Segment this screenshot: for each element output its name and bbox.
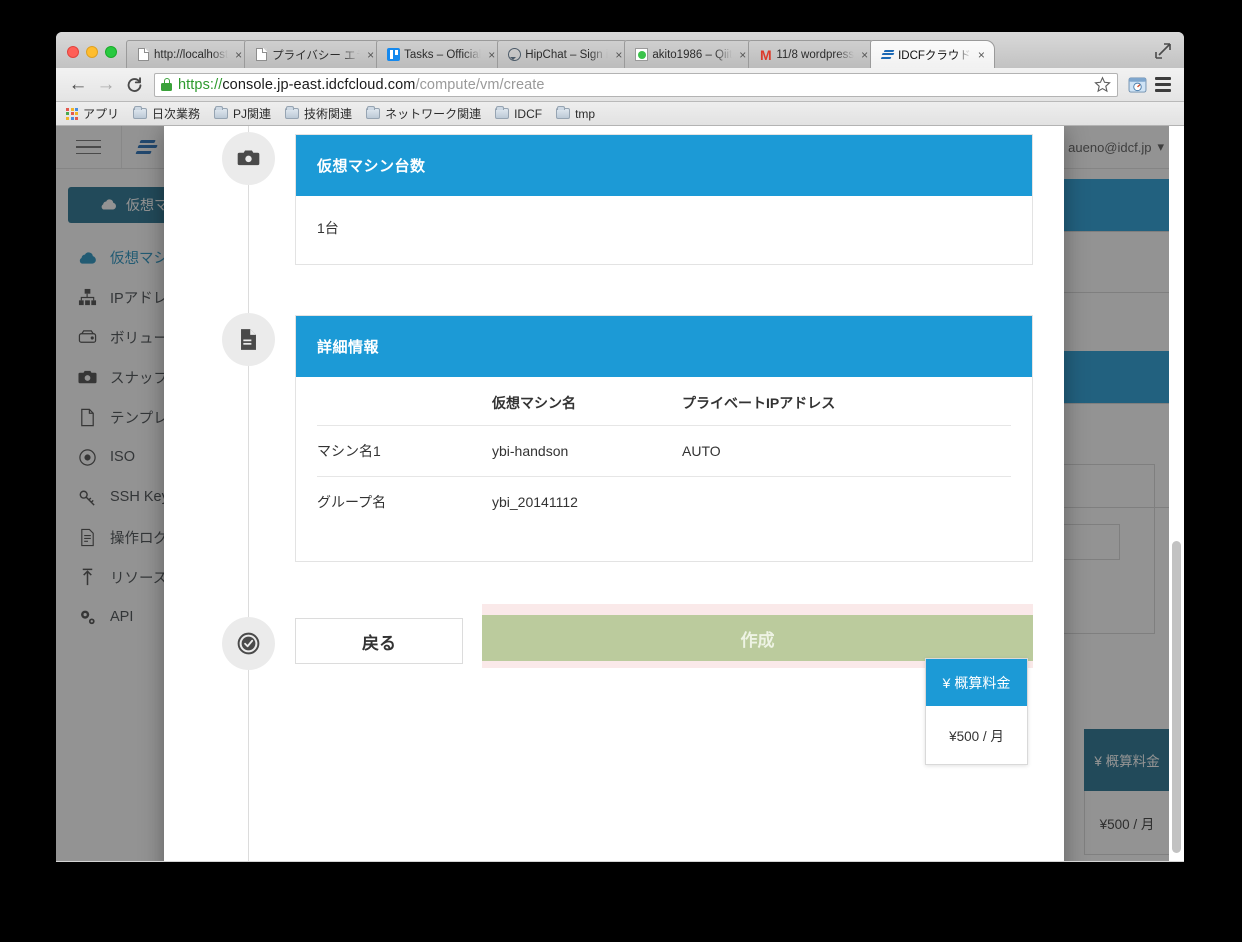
qiita-icon xyxy=(635,48,648,62)
zoom-window-button[interactable] xyxy=(105,46,117,58)
estimate-popover-value: ¥500 / 月 xyxy=(926,706,1027,764)
bookmark-folder[interactable]: PJ関連 xyxy=(214,105,271,122)
page-scrollbar[interactable] xyxy=(1169,126,1184,861)
desktop-background: http://localhost × プライバシー エラ × Tasks – O… xyxy=(0,0,1242,942)
check-circle-icon xyxy=(237,632,260,655)
hipchat-icon xyxy=(508,48,521,62)
table-cell: マシン名1 xyxy=(317,426,492,477)
tab-title: akito1986 – Qiit xyxy=(652,49,732,61)
bookmark-label: IDCF xyxy=(514,107,542,121)
tab-title: 11/8 wordpress xyxy=(776,49,854,61)
browser-tab-active[interactable]: IDCFクラウド × xyxy=(870,40,995,68)
bookmark-label: アプリ xyxy=(83,105,119,122)
table-header-cell: 仮想マシン名 xyxy=(492,383,682,426)
browser-tab[interactable]: HipChat – Sign i × xyxy=(497,40,632,68)
bookmark-label: 技術関連 xyxy=(304,105,352,122)
step-icon-3 xyxy=(222,617,275,670)
detail-card-title: 詳細情報 xyxy=(296,316,1032,377)
idcf-icon xyxy=(881,48,894,62)
bookmark-label: PJ関連 xyxy=(233,105,271,122)
table-header-cell: プライベートIPアドレス xyxy=(682,383,1011,426)
table-cell: ybi_20141112 xyxy=(492,477,682,528)
tab-title: HipChat – Sign i xyxy=(525,49,608,61)
folder-icon xyxy=(214,108,228,119)
url-input[interactable]: https://console.jp-east.idcfcloud.com/co… xyxy=(154,73,1118,97)
folder-icon xyxy=(133,108,147,119)
address-bar: ← → https://console.jp-east.idcfcloud.co… xyxy=(56,68,1184,102)
close-tab-icon[interactable]: × xyxy=(975,49,988,61)
lock-icon xyxy=(161,78,172,91)
back-button[interactable]: ← xyxy=(64,72,92,98)
estimate-popover: ¥ 概算料金 ¥500 / 月 xyxy=(925,658,1028,765)
folder-icon xyxy=(366,108,380,119)
estimate-popover-title: ¥ 概算料金 xyxy=(926,659,1027,706)
window-controls[interactable] xyxy=(60,46,126,68)
vm-count-card-value: 1台 xyxy=(296,196,1032,264)
bookmarks-bar: アプリ 日次業務 PJ関連 技術関連 ネットワーク関連 IDCF tmp xyxy=(56,102,1184,126)
page-viewport: IDCF aueno@idcf.jp ▾ 仮想マシン作成 xyxy=(56,126,1184,861)
tab-title: http://localhost xyxy=(154,49,228,61)
forward-button[interactable]: → xyxy=(92,72,120,98)
bookmark-folder[interactable]: 技術関連 xyxy=(285,105,352,122)
detail-table: 仮想マシン名 プライベートIPアドレス マシン名1 ybi-handson AU… xyxy=(317,383,1011,527)
browser-window: http://localhost × プライバシー エラ × Tasks – O… xyxy=(56,32,1184,862)
browser-tab[interactable]: http://localhost × xyxy=(126,40,252,68)
back-button[interactable]: 戻る xyxy=(295,618,463,664)
page-icon xyxy=(255,48,268,62)
url-text: https://console.jp-east.idcfcloud.com/co… xyxy=(178,77,545,93)
apps-grid-icon xyxy=(66,108,78,120)
bookmark-folder[interactable]: IDCF xyxy=(495,107,542,121)
step-icon-1 xyxy=(222,132,275,185)
bookmark-label: ネットワーク関連 xyxy=(385,105,481,122)
tab-title: IDCFクラウド xyxy=(898,47,971,63)
tab-title: プライバシー エラ xyxy=(272,47,360,63)
reload-button[interactable] xyxy=(120,72,148,98)
scrollbar-thumb[interactable] xyxy=(1172,541,1181,853)
table-header-cell xyxy=(317,383,492,426)
bookmark-label: 日次業務 xyxy=(152,105,200,122)
table-row: グループ名 ybi_20141112 xyxy=(317,477,1011,528)
tab-strip: http://localhost × プライバシー エラ × Tasks – O… xyxy=(56,32,1184,68)
gmail-icon: M xyxy=(759,48,772,62)
bookmark-star-icon[interactable] xyxy=(1094,76,1111,93)
document-icon xyxy=(237,328,260,351)
bookmark-folder[interactable]: ネットワーク関連 xyxy=(366,105,481,122)
browser-tab[interactable]: M 11/8 wordpress × xyxy=(748,40,878,68)
browser-tab[interactable]: Tasks – Official × xyxy=(376,40,505,68)
step-timeline xyxy=(248,126,249,861)
bookmark-folder[interactable]: tmp xyxy=(556,107,595,121)
vm-count-card: 仮想マシン台数 1台 xyxy=(295,134,1033,265)
detail-card-body: 仮想マシン名 プライベートIPアドレス マシン名1 ybi-handson AU… xyxy=(296,377,1032,561)
browser-tab[interactable]: akito1986 – Qiit × xyxy=(624,40,756,68)
browser-tab[interactable]: プライバシー エラ × xyxy=(244,40,384,68)
create-vm-confirm-modal: 仮想マシン台数 1台 詳細情報 仮想マシン名 プライベートIPアドレス xyxy=(164,126,1064,861)
folder-icon xyxy=(495,108,509,119)
tab-title: Tasks – Official xyxy=(404,49,481,61)
close-window-button[interactable] xyxy=(67,46,79,58)
chrome-menu-icon[interactable] xyxy=(1150,73,1176,97)
table-cell: AUTO xyxy=(682,426,1011,477)
page-icon xyxy=(137,48,150,62)
fullscreen-icon[interactable] xyxy=(1154,40,1176,60)
table-cell xyxy=(682,477,1011,528)
table-header-row: 仮想マシン名 プライベートIPアドレス xyxy=(317,383,1011,426)
minimize-window-button[interactable] xyxy=(86,46,98,58)
table-row: マシン名1 ybi-handson AUTO xyxy=(317,426,1011,477)
create-button[interactable]: 作成 xyxy=(482,615,1033,661)
table-cell: グループ名 xyxy=(317,477,492,528)
extension-icon[interactable] xyxy=(1124,73,1150,97)
bookmark-label: tmp xyxy=(575,107,595,121)
folder-icon xyxy=(556,108,570,119)
folder-icon xyxy=(285,108,299,119)
bookmark-apps[interactable]: アプリ xyxy=(66,105,119,122)
table-cell: ybi-handson xyxy=(492,426,682,477)
step-icon-2 xyxy=(222,313,275,366)
bookmark-folder[interactable]: 日次業務 xyxy=(133,105,200,122)
vm-count-card-title: 仮想マシン台数 xyxy=(296,135,1032,196)
detail-card: 詳細情報 仮想マシン名 プライベートIPアドレス xyxy=(295,315,1033,562)
tasks-icon xyxy=(387,48,400,62)
camera-icon xyxy=(237,147,260,170)
